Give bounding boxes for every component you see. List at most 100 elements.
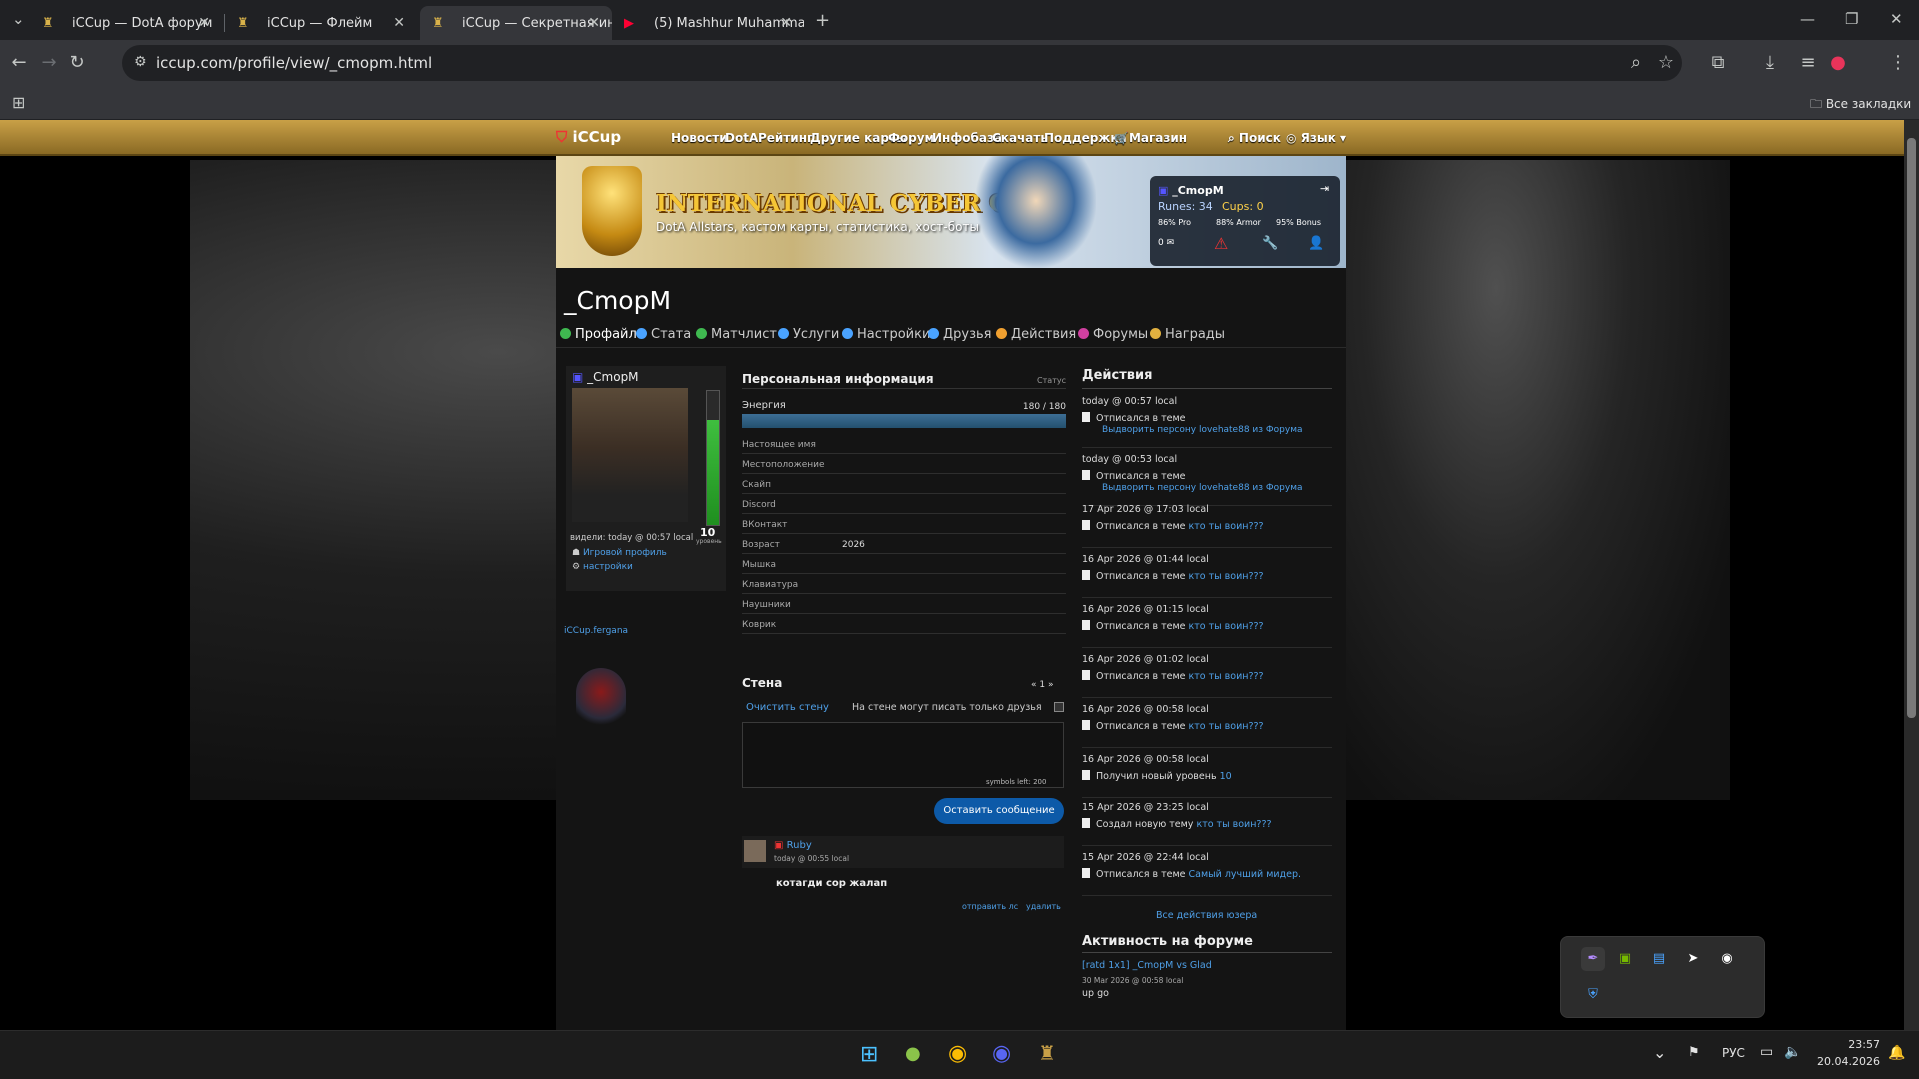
minimize-icon[interactable]: — [1800,10,1815,28]
back-icon[interactable]: ← [6,52,32,73]
settings-link[interactable]: ⚙ настройки [572,562,633,572]
tab-search-icon[interactable]: ⌄ [12,10,25,28]
profile-avatar-icon[interactable]: ● [1826,52,1850,73]
nav-news[interactable]: Новости [671,131,728,145]
close-icon[interactable]: ✕ [588,15,600,31]
notification-icon[interactable]: 🔔 [1888,1045,1905,1061]
feather-app-icon[interactable]: ✒ [1581,947,1605,971]
chrome-icon[interactable]: ◉ [948,1041,967,1066]
action-link[interactable]: кто ты воин??? [1189,671,1264,682]
action-link[interactable]: Выдворить персону lovehate88 из Форума [1102,425,1303,435]
app-icon[interactable]: ● [905,1043,921,1064]
site-banner[interactable]: INTERNATIONAL CYBER CUP DotA Allstars, к… [556,156,1346,268]
all-actions-link[interactable]: Все действия юзера [1156,910,1257,921]
chevron-up-icon[interactable]: ⌄ [1653,1043,1666,1062]
extensions-icon[interactable]: ⧉ [1706,52,1730,73]
tab-services[interactable]: Услуги [778,327,839,342]
download-icon[interactable]: ⤓ [1758,52,1782,73]
action-link[interactable]: кто ты воин??? [1189,571,1264,582]
tab-friends[interactable]: Друзья [928,327,992,342]
defender-icon[interactable]: ⛨ [1581,983,1605,1007]
menu-icon[interactable]: ⋮ [1886,52,1910,73]
action-link[interactable]: кто ты воин??? [1189,521,1264,532]
page-scrollbar[interactable] [1904,120,1919,1030]
submit-wall-button[interactable]: Оставить сообщение [934,798,1064,824]
restore-icon[interactable]: ❐ [1845,10,1858,28]
action-link[interactable]: кто ты воин??? [1189,721,1264,732]
clan-emblem[interactable] [576,668,626,728]
post-author-link[interactable]: ▣ Ruby [774,840,812,851]
volume-icon[interactable]: 🔈 [1784,1044,1801,1060]
tab-forums[interactable]: Форумы [1078,327,1148,342]
action-link[interactable]: кто ты воин??? [1196,819,1271,830]
avatar[interactable] [572,388,688,522]
forward-icon[interactable]: → [36,52,62,73]
site-info-icon[interactable]: ⚙ [134,54,147,70]
tab-matchlist[interactable]: Матчлист [696,327,777,342]
tab-flame[interactable]: ♜ iCCup — Флейм ✕ [225,6,417,40]
tab-settings[interactable]: Настройки [842,327,930,342]
tab-youtube[interactable]: ▶ (5) Mashhur Muhammad - S ✕ [612,6,804,40]
send-pm-link[interactable]: отправить лс [962,902,1018,911]
clock-time[interactable]: 23:57 [1818,1038,1880,1051]
tab-actions[interactable]: Действия [996,327,1076,342]
action-link[interactable]: кто ты воин??? [1189,621,1264,632]
action-link[interactable]: 10 [1220,771,1232,782]
nav-search[interactable]: ⌕ Поиск [1228,131,1281,146]
nav-forum[interactable]: Форум [888,131,934,145]
close-icon[interactable]: ✕ [393,15,405,31]
game-taskbar-icon[interactable]: ♜ [1038,1041,1056,1065]
discord-icon[interactable]: ◉ [1715,947,1739,971]
friends-only-checkbox[interactable] [1054,702,1064,712]
close-icon[interactable]: ✕ [780,15,792,31]
userbox-username[interactable]: ▣ _CmopM [1158,184,1224,197]
url-text[interactable]: iccup.com/profile/view/_cmopm.html [156,54,432,72]
all-bookmarks[interactable]: 🗀 Все закладки [1810,95,1911,116]
language-indicator[interactable]: РУС [1722,1046,1745,1060]
clock-date[interactable]: 20.04.2026 [1816,1055,1880,1068]
star-icon[interactable]: ☆ [1654,52,1678,73]
logout-icon[interactable]: ⇥ [1320,182,1329,195]
nav-rating[interactable]: Рейтинг [758,131,813,145]
tab-secret-info[interactable]: ♜ iCCup — Секретная информац ✕ [420,6,612,40]
nav-shop[interactable]: 🛒Магазин [1114,131,1187,145]
friends-tab-icon [928,328,939,339]
reload-icon[interactable]: ↻ [64,52,90,73]
nav-download[interactable]: Скачать [992,131,1048,145]
avatar[interactable] [744,840,766,862]
nav-language[interactable]: ◎ Язык ▾ [1286,131,1346,145]
network-icon[interactable]: ▭ [1760,1044,1773,1060]
tab-dota-forum[interactable]: ♜ iCCup — DotA форум ✕ [30,6,222,40]
warning-icon[interactable]: ⚠ [1214,234,1228,253]
delete-post-link[interactable]: удалить [1026,902,1061,911]
telegram-icon[interactable]: ➤ [1681,947,1705,971]
tab-profile[interactable]: Профайл [560,327,637,342]
zoom-icon[interactable]: ⌕ [1624,52,1648,73]
new-tab-icon[interactable]: + [815,10,830,31]
close-window-icon[interactable]: ✕ [1890,10,1903,28]
site-logo[interactable]: ⛉ iCCup [556,128,621,146]
close-icon[interactable]: ✕ [198,15,210,31]
action-link[interactable]: Выдворить персону lovehate88 из Форума [1102,483,1303,493]
game-profile-link[interactable]: ☗ Игровой профиль [572,548,667,558]
start-icon[interactable]: ⊞ [860,1042,878,1067]
wall-pager[interactable]: « 1 » [1031,680,1053,690]
tab-awards[interactable]: Награды [1150,327,1225,342]
wrench-icon[interactable]: 🔧 [1262,236,1278,251]
address-bar[interactable]: ⚙ iccup.com/profile/view/_cmopm.html [122,45,1682,81]
user-icon[interactable]: 👤 [1308,236,1324,251]
action-link[interactable]: Самый лучший мидер. [1189,869,1302,880]
nav-dota[interactable]: DotA [725,131,758,145]
bluetooth-app-icon[interactable]: ▤ [1647,947,1671,971]
tray-app-icon[interactable]: ⚑ [1688,1045,1700,1060]
forum-topic-link[interactable]: [ratd 1x1] _CmopM vs Glad [1082,960,1212,971]
media-icon[interactable]: ≡ [1796,52,1820,73]
clan-link[interactable]: iCCup.fergana [564,626,628,636]
apps-icon[interactable]: ⊞ [12,93,25,112]
tab-stats[interactable]: Стата [636,327,691,342]
scrollbar-thumb[interactable] [1907,138,1916,718]
clear-wall-link[interactable]: Очистить стену [746,702,829,713]
discord-taskbar-icon[interactable]: ◉ [992,1041,1011,1066]
mail-button[interactable]: 0 ✉ [1158,238,1174,248]
nvidia-icon[interactable]: ▣ [1613,947,1637,971]
